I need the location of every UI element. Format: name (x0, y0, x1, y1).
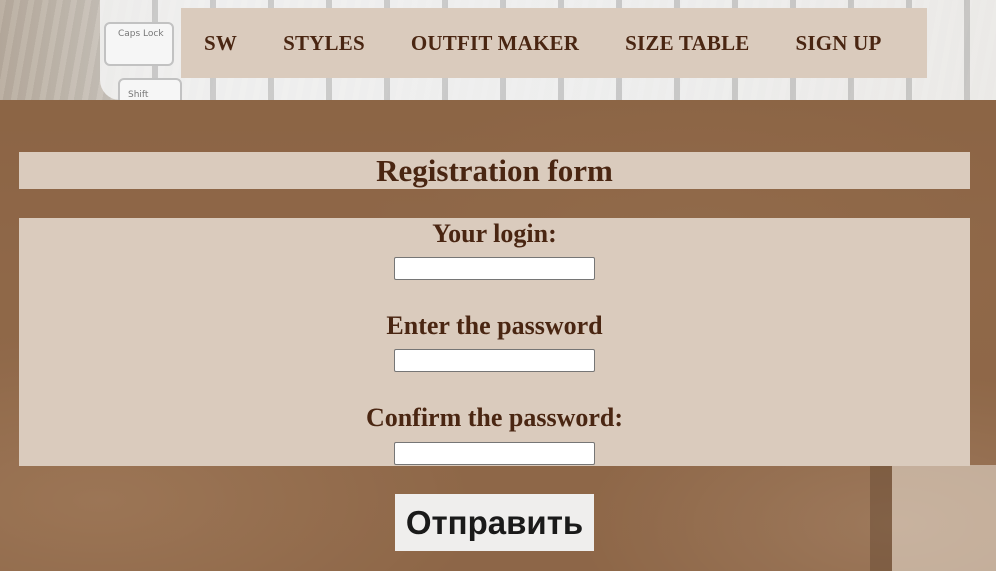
confirm-password-label: Confirm the password: (365, 403, 624, 432)
frame-decoration (870, 465, 892, 571)
nav-link-styles[interactable]: STYLES (283, 31, 365, 56)
registration-form: Your login: Enter the password Confirm t… (19, 218, 970, 466)
nav-link-sign-up[interactable]: SIGN UP (796, 31, 882, 56)
paper-decoration (892, 465, 996, 571)
submit-button[interactable]: Отправить (395, 494, 594, 551)
caps-lock-key: Caps Lock (104, 22, 174, 66)
nav-link-outfit-maker[interactable]: OUTFIT MAKER (411, 31, 579, 56)
nav-link-sw[interactable]: SW (204, 31, 237, 56)
main-navigation: SW STYLES OUTFIT MAKER SIZE TABLE SIGN U… (181, 8, 927, 78)
login-input[interactable] (394, 257, 595, 280)
form-title: Registration form (376, 153, 613, 188)
confirm-password-input[interactable] (394, 442, 595, 465)
form-title-box: Registration form (19, 152, 970, 189)
password-label: Enter the password (386, 311, 603, 340)
nav-link-size-table[interactable]: SIZE TABLE (625, 31, 749, 56)
login-label: Your login: (432, 219, 557, 248)
password-input[interactable] (394, 349, 595, 372)
